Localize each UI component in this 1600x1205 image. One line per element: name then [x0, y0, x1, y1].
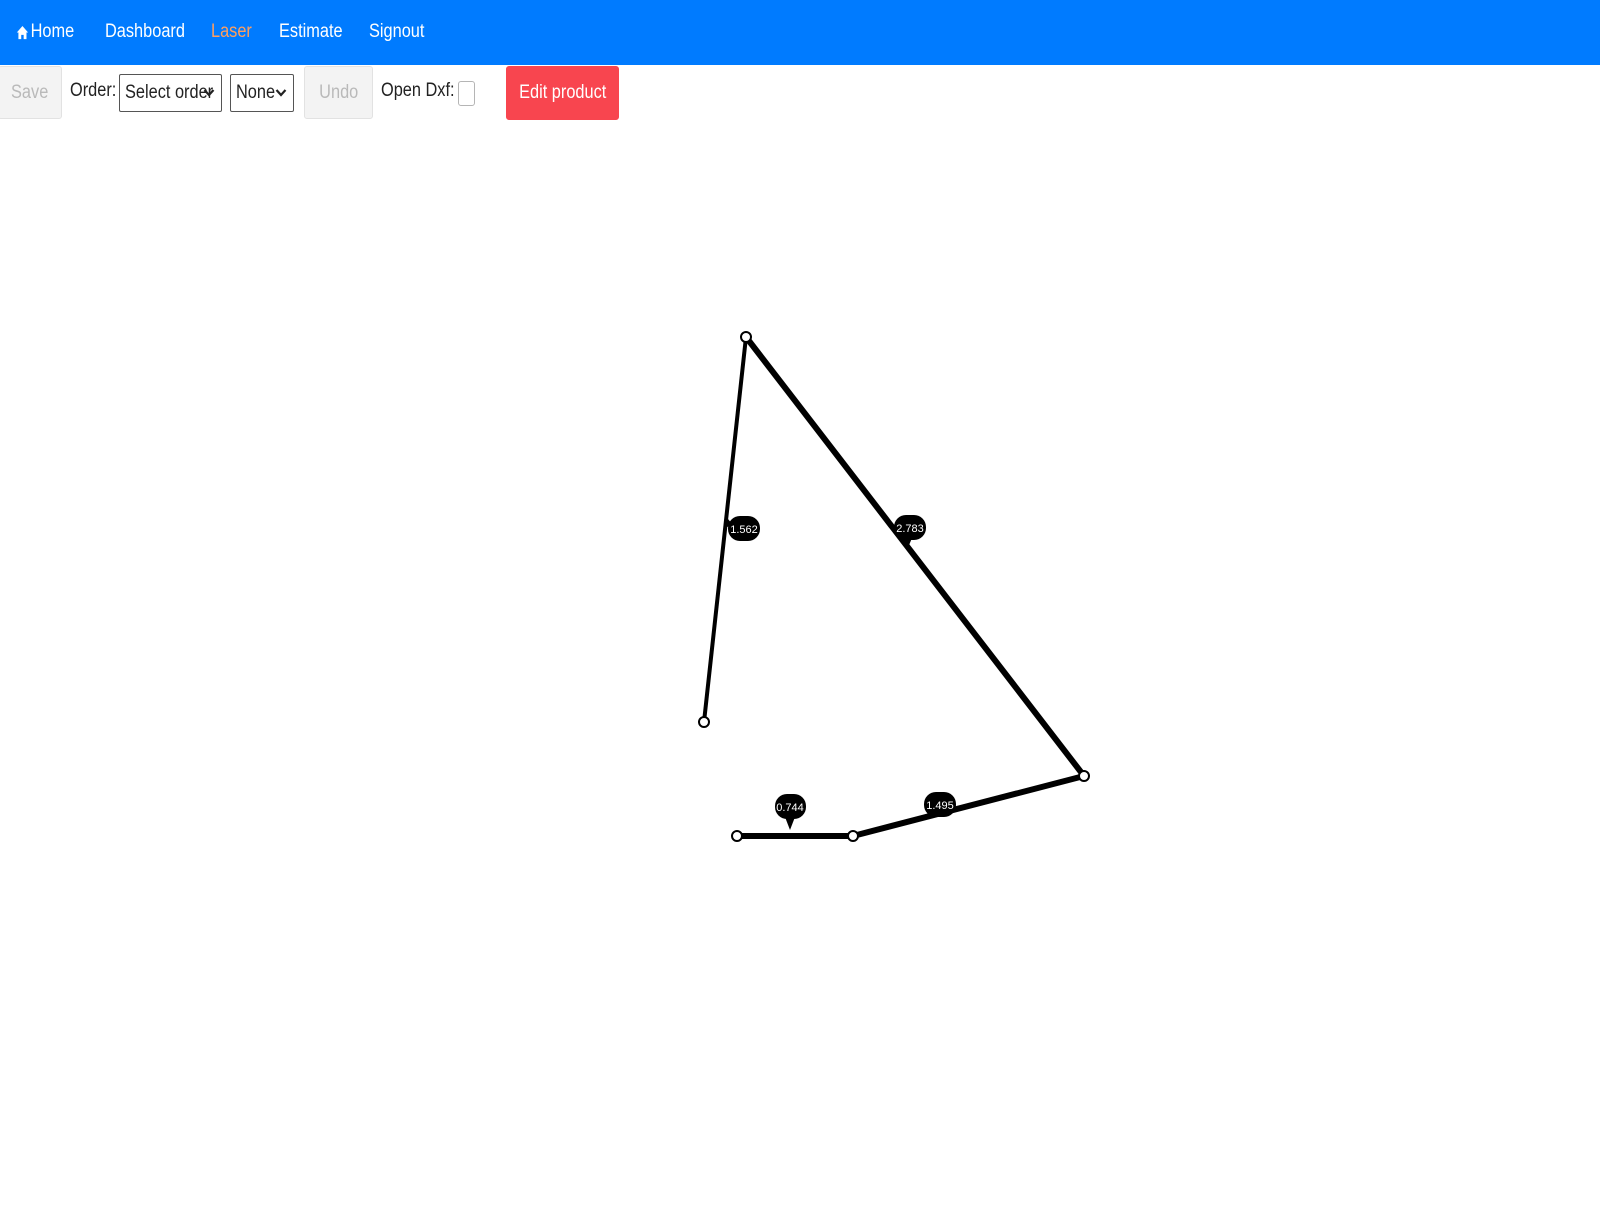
nav-laser-link[interactable]: Laser: [211, 21, 252, 43]
nav-home-label: Home: [30, 21, 75, 42]
vertex-handle[interactable]: [1078, 770, 1090, 782]
chevron-down-icon: [275, 89, 287, 97]
edit-product-button[interactable]: Edit product: [506, 66, 619, 120]
home-icon: [16, 25, 29, 39]
undo-button[interactable]: Undo: [304, 66, 373, 119]
segment-2-line[interactable]: [743, 335, 1087, 778]
svg-text:1.562: 1.562: [730, 524, 758, 536]
dimension-label-4: 0.744: [775, 794, 806, 830]
svg-text:2.783: 2.783: [896, 523, 924, 535]
open-dxf-checkbox[interactable]: [458, 81, 475, 106]
drawing-svg[interactable]: 1.562 2.783 1.495 0.744: [0, 125, 1600, 1200]
dimension-label-1: 1.562: [724, 516, 760, 541]
vertex-handle[interactable]: [847, 830, 859, 842]
none-select[interactable]: None: [230, 74, 294, 112]
order-select[interactable]: Select order: [119, 74, 222, 112]
svg-text:0.744: 0.744: [776, 802, 804, 814]
open-dxf-label: Open Dxf:: [381, 80, 455, 101]
toolbar: Save Order: Select order None Undo Open …: [0, 66, 1600, 120]
chevron-down-icon: [203, 89, 215, 97]
segment-3-line[interactable]: [852, 773, 1085, 839]
vertex-handle[interactable]: [698, 716, 710, 728]
nav-estimate-link[interactable]: Estimate: [279, 21, 343, 43]
top-navbar: Home Dashboard Laser Estimate Signout: [0, 0, 1600, 65]
vertex-handle[interactable]: [740, 331, 752, 343]
dimension-label-3: 1.495: [924, 792, 956, 817]
vertex-handle[interactable]: [731, 830, 743, 842]
nav-dashboard-link[interactable]: Dashboard: [105, 21, 185, 43]
drawing-canvas[interactable]: 1.562 2.783 1.495 0.744: [0, 125, 1600, 1200]
dimension-label-2: 2.783: [894, 515, 926, 550]
order-label: Order:: [70, 80, 117, 101]
save-button[interactable]: Save: [0, 66, 62, 119]
nav-signout-link[interactable]: Signout: [369, 21, 424, 43]
nav-home-link[interactable]: Home: [16, 21, 74, 43]
svg-text:1.495: 1.495: [926, 800, 954, 812]
